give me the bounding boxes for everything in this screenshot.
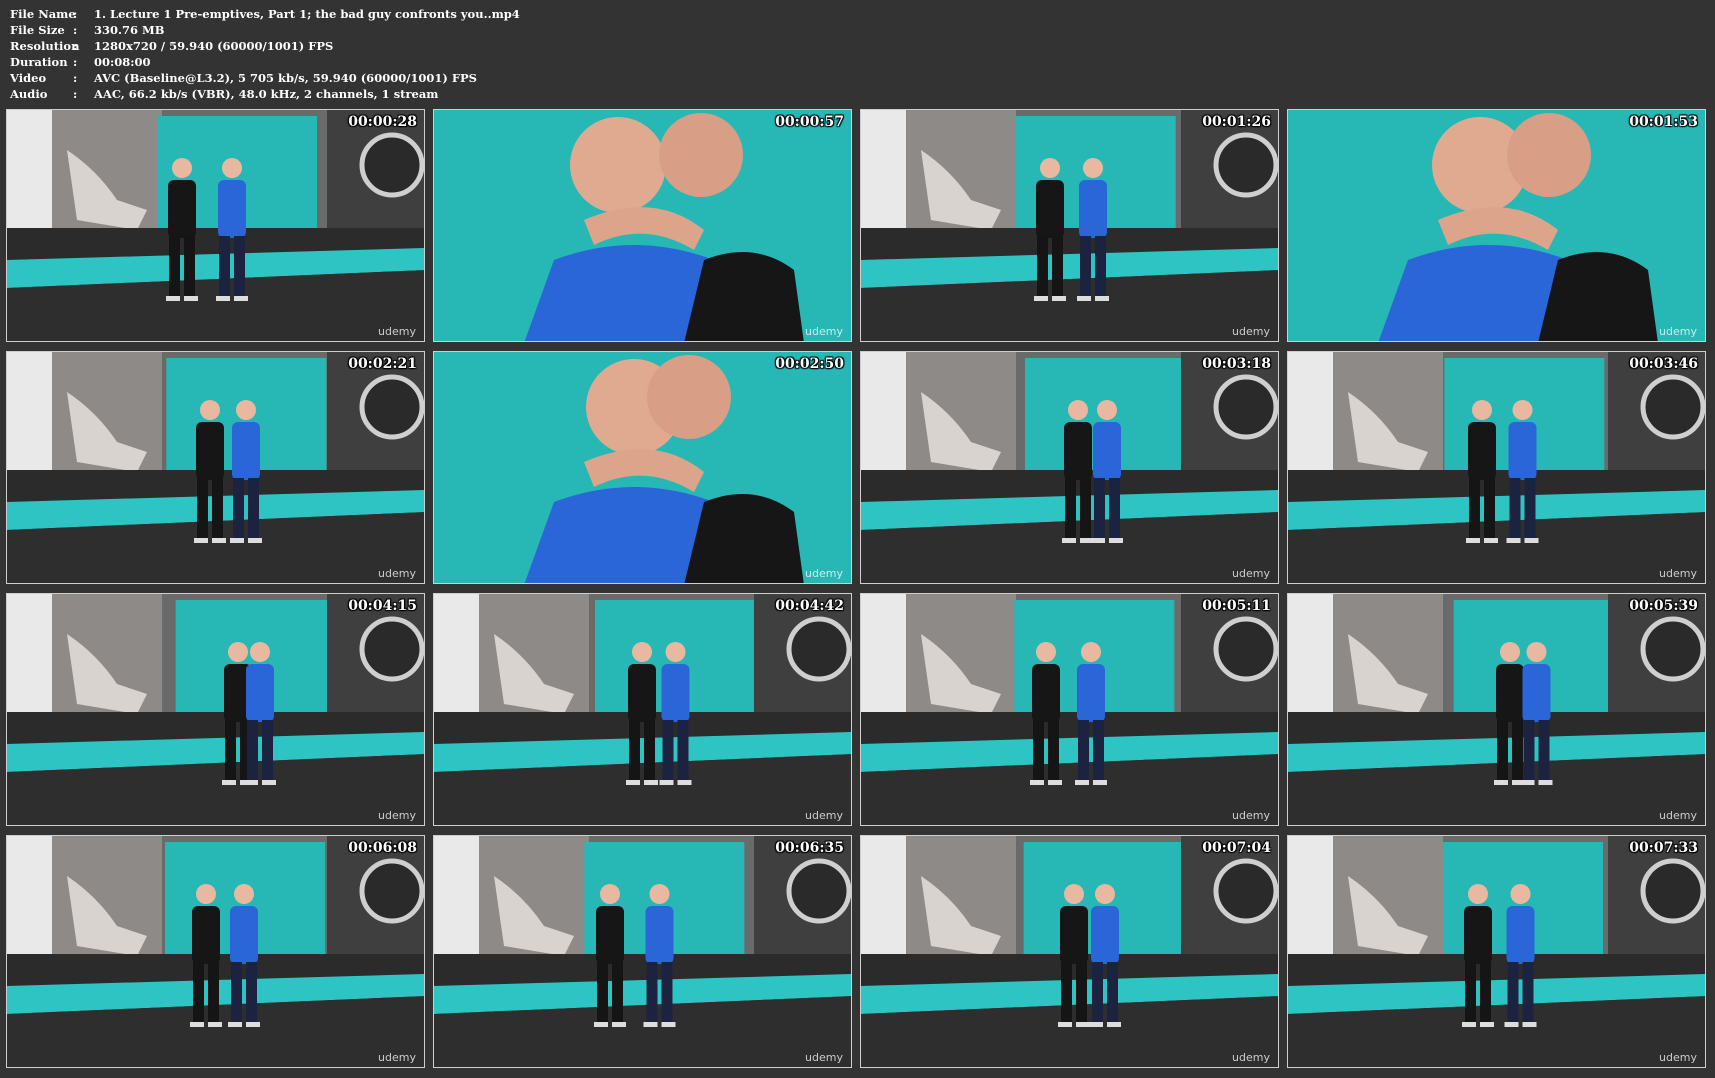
thumbnail-timestamp: 00:01:53	[1629, 114, 1698, 130]
thumbnail-timestamp: 00:03:18	[1202, 356, 1271, 372]
info-value: 00:08:00	[94, 55, 151, 69]
info-key: Video	[10, 71, 47, 85]
udemy-watermark: udemy	[1659, 325, 1697, 338]
video-thumbnail[interactable]: 00:03:18 udemy	[860, 351, 1279, 584]
info-key: File Size	[10, 23, 65, 37]
udemy-watermark: udemy	[1659, 1051, 1697, 1064]
info-value: AVC (Baseline@L3.2), 5 705 kb/s, 59.940 …	[94, 71, 477, 85]
info-key: Audio	[10, 87, 48, 101]
video-thumbnail[interactable]: 00:04:42 udemy	[433, 593, 852, 826]
file-info-panel: File Name : 1. Lecture 1 Pre-emptives, P…	[10, 6, 520, 102]
video-thumbnail[interactable]: 00:04:15 udemy	[6, 593, 425, 826]
udemy-watermark: udemy	[378, 1051, 416, 1064]
thumbnail-frame-image	[434, 594, 851, 825]
udemy-watermark: udemy	[1232, 325, 1270, 338]
thumbnail-frame-image	[434, 110, 851, 341]
video-thumbnail[interactable]: 00:07:33 udemy	[1287, 835, 1706, 1068]
video-thumbnail[interactable]: 00:07:04 udemy	[860, 835, 1279, 1068]
udemy-watermark: udemy	[1232, 567, 1270, 580]
info-value: 1. Lecture 1 Pre-emptives, Part 1; the b…	[94, 7, 520, 21]
thumbnail-frame-image	[7, 594, 424, 825]
thumbnail-timestamp: 00:00:57	[775, 114, 844, 130]
udemy-watermark: udemy	[378, 325, 416, 338]
udemy-watermark: udemy	[805, 567, 843, 580]
info-row-duration: Duration : 00:08:00	[10, 54, 520, 70]
info-row-video: Video : AVC (Baseline@L3.2), 5 705 kb/s,…	[10, 70, 520, 86]
info-row-audio: Audio : AAC, 66.2 kb/s (VBR), 48.0 kHz, …	[10, 86, 520, 102]
video-thumbnail[interactable]: 00:00:28 udemy	[6, 109, 425, 342]
thumbnail-timestamp: 00:00:28	[348, 114, 417, 130]
thumbnail-frame-image	[861, 352, 1278, 583]
thumbnail-frame-image	[7, 352, 424, 583]
info-key: File Name	[10, 7, 76, 21]
udemy-watermark: udemy	[1659, 809, 1697, 822]
info-separator: :	[73, 39, 78, 53]
thumbnail-frame-image	[7, 836, 424, 1067]
thumbnail-timestamp: 00:05:39	[1629, 598, 1698, 614]
thumbnail-timestamp: 00:01:26	[1202, 114, 1271, 130]
udemy-watermark: udemy	[378, 567, 416, 580]
thumbnail-frame-image	[7, 110, 424, 341]
thumbnail-timestamp: 00:06:08	[348, 840, 417, 856]
video-thumbnail[interactable]: 00:03:46 udemy	[1287, 351, 1706, 584]
thumbnail-timestamp: 00:05:11	[1202, 598, 1271, 614]
info-key: Resolution	[10, 39, 80, 53]
thumbnail-frame-image	[434, 352, 851, 583]
info-separator: :	[73, 87, 78, 101]
udemy-watermark: udemy	[1232, 809, 1270, 822]
info-row-file-size: File Size : 330.76 MB	[10, 22, 520, 38]
info-separator: :	[73, 7, 78, 21]
info-row-file-name: File Name : 1. Lecture 1 Pre-emptives, P…	[10, 6, 520, 22]
udemy-watermark: udemy	[378, 809, 416, 822]
thumbnail-frame-image	[1288, 836, 1705, 1067]
video-thumbnail[interactable]: 00:02:21 udemy	[6, 351, 425, 584]
thumbnail-frame-image	[861, 594, 1278, 825]
info-value: 1280x720 / 59.940 (60000/1001) FPS	[94, 39, 334, 53]
info-row-resolution: Resolution : 1280x720 / 59.940 (60000/10…	[10, 38, 520, 54]
video-thumbnail[interactable]: 00:01:53 udemy	[1287, 109, 1706, 342]
thumbnail-frame-image	[861, 110, 1278, 341]
video-thumbnail[interactable]: 00:06:35 udemy	[433, 835, 852, 1068]
info-separator: :	[73, 23, 78, 37]
video-thumbnail[interactable]: 00:00:57 udemy	[433, 109, 852, 342]
thumbnail-timestamp: 00:02:21	[348, 356, 417, 372]
thumbnail-frame-image	[1288, 594, 1705, 825]
thumbnail-frame-image	[1288, 110, 1705, 341]
thumbnail-frame-image	[861, 836, 1278, 1067]
thumbnail-timestamp: 00:06:35	[775, 840, 844, 856]
video-thumbnail[interactable]: 00:05:11 udemy	[860, 593, 1279, 826]
info-value: 330.76 MB	[94, 23, 165, 37]
info-value: AAC, 66.2 kb/s (VBR), 48.0 kHz, 2 channe…	[94, 87, 439, 101]
udemy-watermark: udemy	[1232, 1051, 1270, 1064]
thumbnail-timestamp: 00:03:46	[1629, 356, 1698, 372]
thumbnail-timestamp: 00:04:42	[775, 598, 844, 614]
udemy-watermark: udemy	[805, 809, 843, 822]
info-separator: :	[73, 71, 78, 85]
udemy-watermark: udemy	[1659, 567, 1697, 580]
thumbnail-timestamp: 00:07:04	[1202, 840, 1271, 856]
info-separator: :	[73, 55, 78, 69]
udemy-watermark: udemy	[805, 1051, 843, 1064]
thumbnail-frame-image	[434, 836, 851, 1067]
info-key: Duration	[10, 55, 68, 69]
thumbnail-timestamp: 00:02:50	[775, 356, 844, 372]
video-thumbnail[interactable]: 00:06:08 udemy	[6, 835, 425, 1068]
thumbnail-timestamp: 00:07:33	[1629, 840, 1698, 856]
thumbnail-timestamp: 00:04:15	[348, 598, 417, 614]
video-thumbnail[interactable]: 00:02:50 udemy	[433, 351, 852, 584]
udemy-watermark: udemy	[805, 325, 843, 338]
thumbnail-frame-image	[1288, 352, 1705, 583]
video-thumbnail[interactable]: 00:01:26 udemy	[860, 109, 1279, 342]
video-thumbnail[interactable]: 00:05:39 udemy	[1287, 593, 1706, 826]
